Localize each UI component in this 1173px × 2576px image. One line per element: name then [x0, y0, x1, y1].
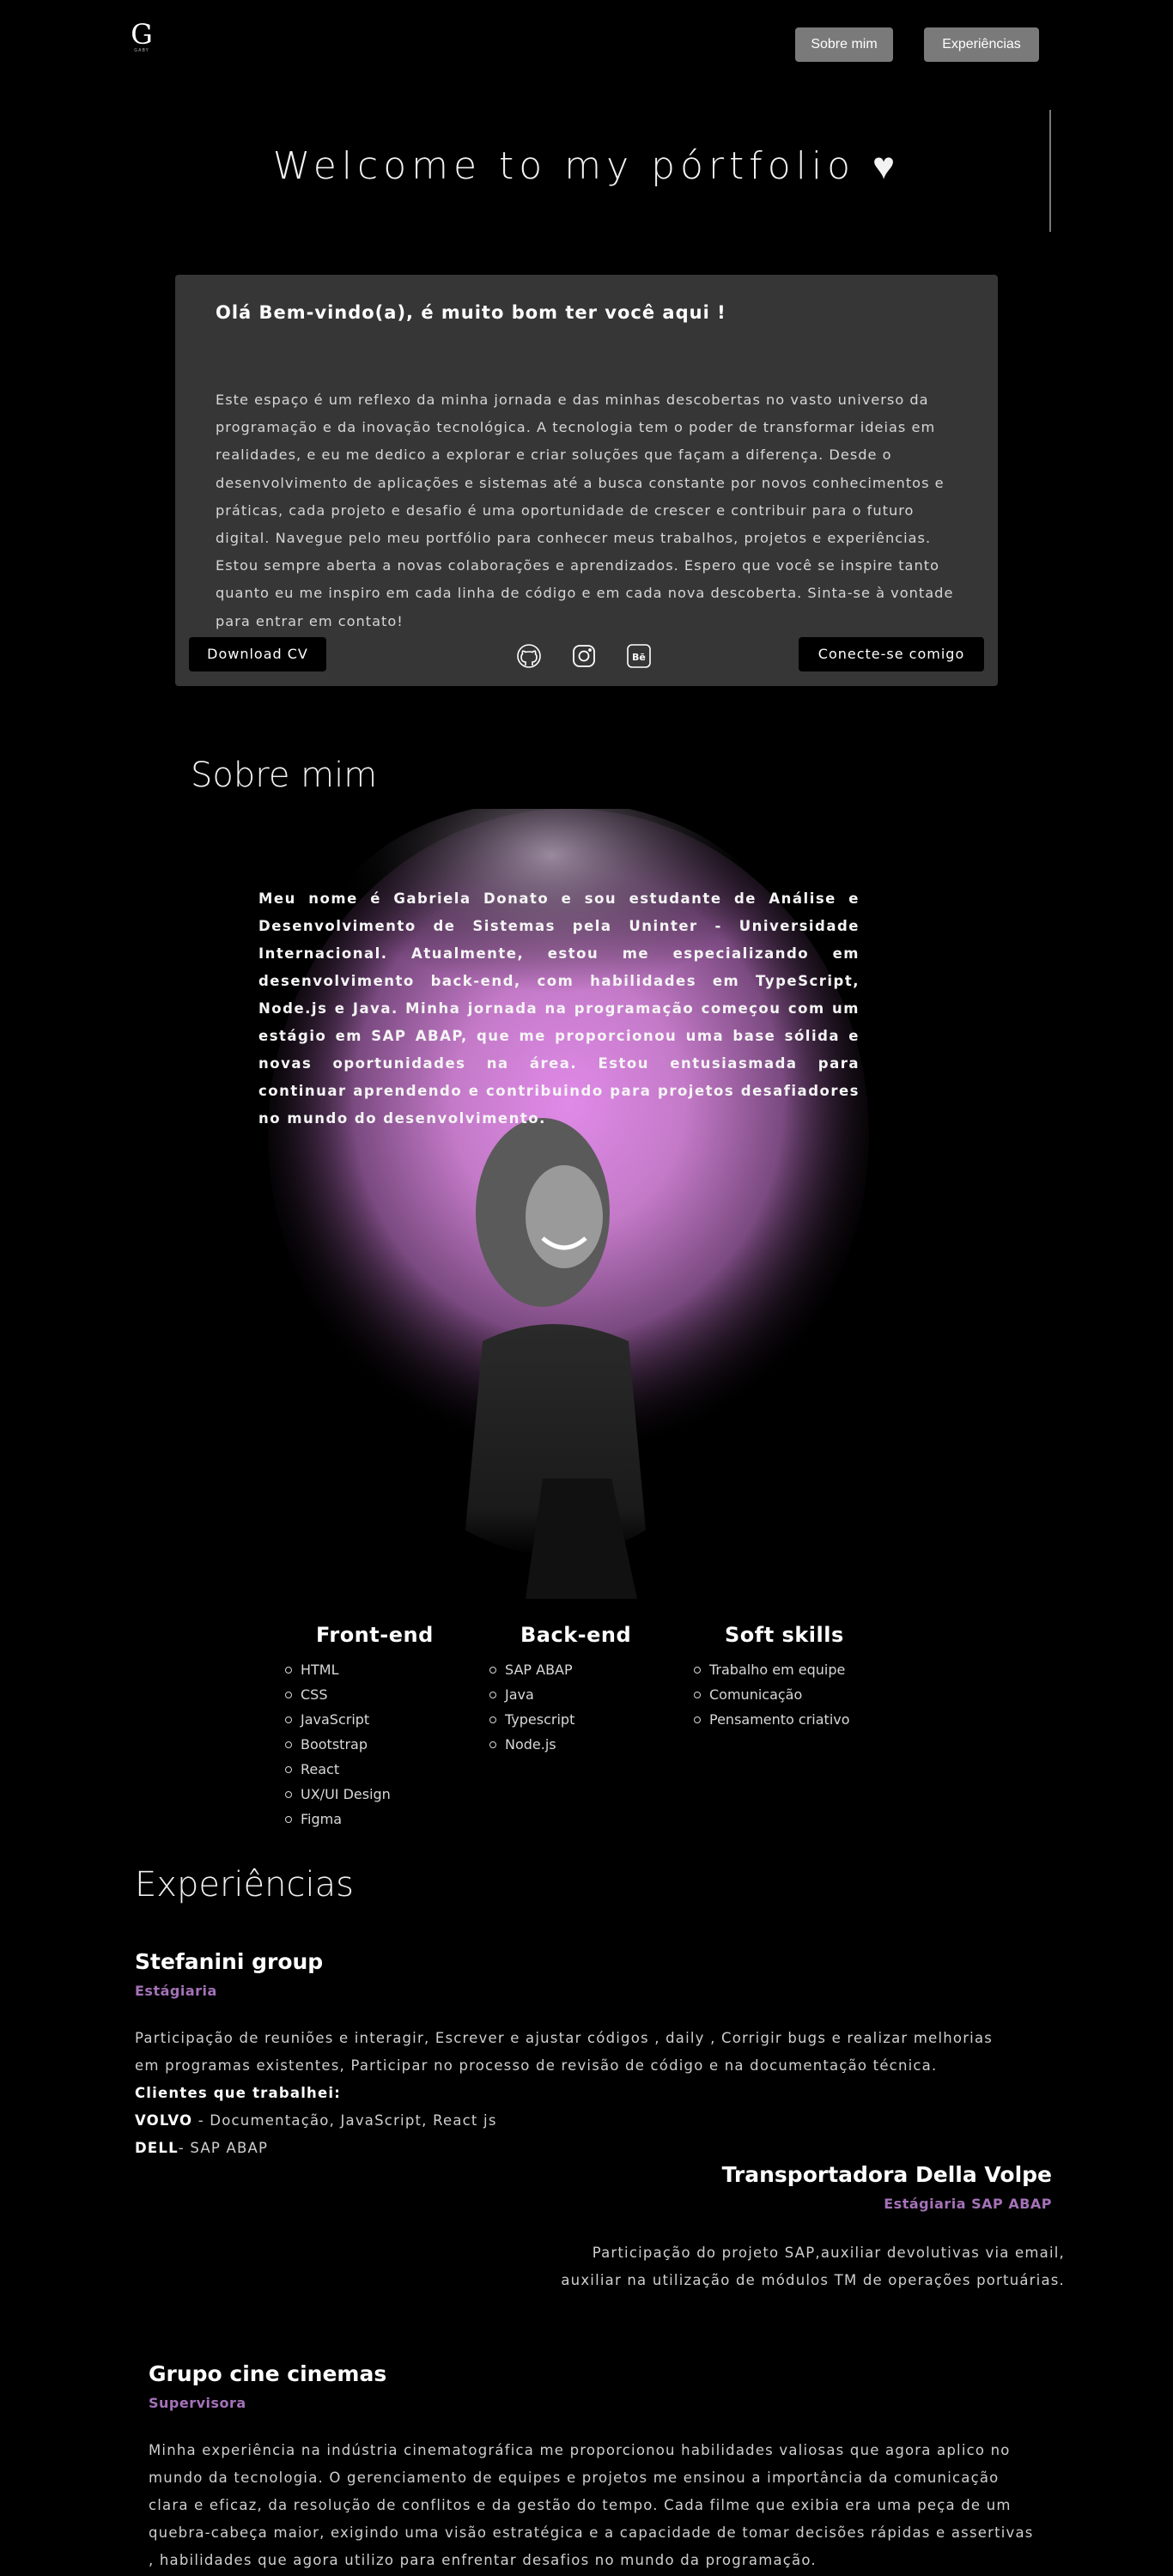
- behance-icon[interactable]: Bē: [625, 642, 653, 670]
- connect-button[interactable]: Conecte-se comigo: [799, 637, 984, 671]
- list-item: Comunicação: [694, 1682, 850, 1707]
- skills-backend-title: Back-end: [520, 1623, 632, 1647]
- nav-experiencias-button[interactable]: Experiências: [924, 27, 1039, 62]
- list-item: SAP ABAP: [489, 1657, 631, 1682]
- list-item: Trabalho em equipe: [694, 1657, 850, 1682]
- skills-frontend-title: Front-end: [316, 1623, 434, 1647]
- skills-frontend: Front-end HTML CSS JavaScript Bootstrap …: [285, 1623, 434, 1832]
- job-description: Minha experiência na indústria cinematog…: [149, 2442, 1034, 2568]
- job-description-text: Participação de reuniões e interagir, Es…: [135, 2030, 994, 2074]
- about-title: Sobre mim: [191, 756, 378, 795]
- job-description-line: auxiliar na utilização de módulos TM de …: [561, 2272, 1065, 2288]
- client-name: DELL: [135, 2140, 179, 2156]
- job-role: Estágiaria: [135, 1983, 217, 1999]
- job-company: Stefanini group: [135, 1949, 324, 1974]
- job-description-line: Participação do projeto SAP,auxiliar dev…: [592, 2245, 1065, 2261]
- client-name: VOLVO: [135, 2112, 193, 2129]
- job-company: Grupo cine cinemas: [149, 2361, 387, 2386]
- about-text: Meu nome é Gabriela Donato e sou estudan…: [258, 890, 860, 1127]
- list-item: Pensamento criativo: [694, 1707, 850, 1732]
- intro-card: Olá Bem-vindo(a), é muito bom ter você a…: [175, 275, 998, 686]
- client-desc: - Documentação, JavaScript, React js: [192, 2112, 497, 2129]
- list-item: JavaScript: [285, 1707, 434, 1732]
- skills-backend: Back-end SAP ABAP Java Typescript Node.j…: [489, 1623, 631, 1757]
- list-item: Typescript: [489, 1707, 631, 1732]
- svg-text:Bē: Bē: [632, 652, 646, 663]
- list-item: CSS: [285, 1682, 434, 1707]
- instagram-icon[interactable]: [570, 642, 598, 670]
- skills-soft: Soft skills Trabalho em equipe Comunicaç…: [694, 1623, 850, 1732]
- download-cv-button[interactable]: Download CV: [189, 637, 326, 671]
- list-item: React: [285, 1757, 434, 1782]
- list-item: UX/UI Design: [285, 1782, 434, 1807]
- job-role: Supervisora: [149, 2395, 246, 2411]
- list-item: HTML: [285, 1657, 434, 1682]
- logo[interactable]: G GABY: [129, 21, 155, 53]
- experiences-title: Experiências: [135, 1865, 354, 1905]
- github-icon[interactable]: [515, 642, 543, 670]
- list-item: Bootstrap: [285, 1732, 434, 1757]
- logo-letter: G: [131, 18, 153, 51]
- list-item: Figma: [285, 1807, 434, 1832]
- job-description: Participação do projeto SAP,auxiliar dev…: [292, 2239, 1065, 2294]
- list-item: Node.js: [489, 1732, 631, 1757]
- job-company: Transportadora Della Volpe: [721, 2162, 1052, 2187]
- job-description: Participação de reuniões e interagir, Es…: [135, 2025, 994, 2162]
- intro-card-text: Este espaço é um reflexo da minha jornad…: [216, 392, 954, 629]
- nav-sobre-mim-button[interactable]: Sobre mim: [795, 27, 893, 62]
- list-item: Java: [489, 1682, 631, 1707]
- clients-label: Clientes que trabalhei:: [135, 2085, 342, 2101]
- skills-soft-title: Soft skills: [725, 1623, 844, 1647]
- welcome-title: Welcome to my pórtfolio ♥: [272, 144, 901, 188]
- client-desc: - SAP ABAP: [178, 2140, 269, 2156]
- intro-card-title: Olá Bem-vindo(a), é muito bom ter você a…: [216, 302, 726, 323]
- job-role: Estágiaria SAP ABAP: [884, 2196, 1052, 2212]
